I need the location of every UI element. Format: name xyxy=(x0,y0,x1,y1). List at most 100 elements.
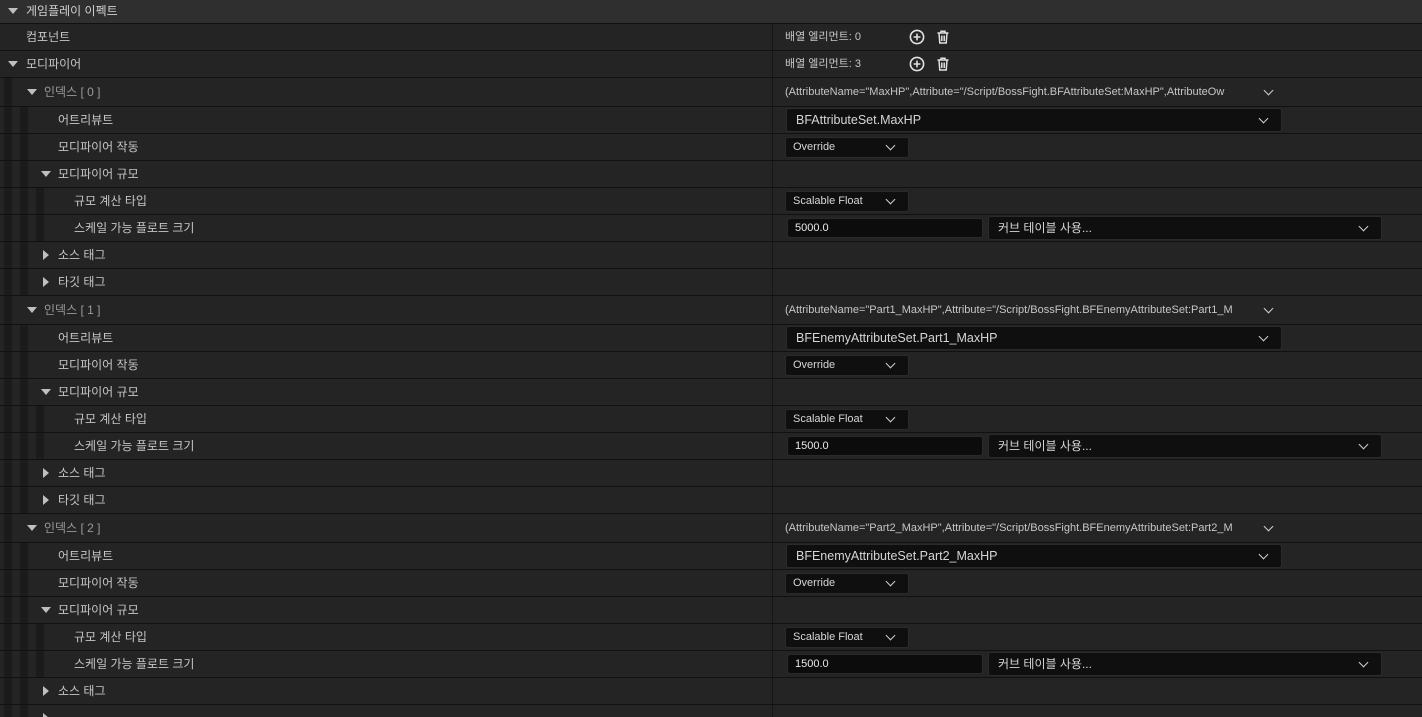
curve-table-dropdown[interactable]: 커브 테이블 사용... xyxy=(988,434,1382,458)
source-tags-label: 소스 태그 xyxy=(58,466,106,480)
modifier-magnitude-label: 모디파이어 규모 xyxy=(58,167,139,181)
target-tags-label: 타깃 태그 xyxy=(58,275,106,289)
triangle-right-icon[interactable] xyxy=(43,713,49,717)
calc-type-row: 규모 계산 타입 Scalable Float xyxy=(0,188,1422,215)
attribute-row: 어트리뷰트 BFAttributeSet.MaxHP xyxy=(0,107,1422,134)
components-row: 컴포넌트 배열 엘리먼트: 0 xyxy=(0,24,1422,51)
calc-type-dropdown[interactable]: Scalable Float xyxy=(785,191,909,212)
target-tags-row[interactable] xyxy=(0,705,1422,717)
chevron-down-icon xyxy=(1358,439,1369,450)
attribute-row: 어트리뷰트 BFEnemyAttributeSet.Part2_MaxHP xyxy=(0,543,1422,570)
triangle-down-icon[interactable] xyxy=(8,61,18,67)
attribute-label: 어트리뷰트 xyxy=(58,549,114,563)
gameplay-effect-section-header[interactable]: 게임플레이 이펙트 xyxy=(0,0,1422,24)
modifier-op-dropdown[interactable]: Override xyxy=(785,355,909,376)
triangle-down-icon[interactable] xyxy=(41,607,51,613)
chevron-down-icon xyxy=(1258,549,1269,560)
add-element-icon[interactable] xyxy=(909,56,925,72)
triangle-down-icon[interactable] xyxy=(27,307,37,313)
attribute-value: BFAttributeSet.MaxHP xyxy=(796,113,922,127)
calc-type-row: 규모 계산 타입 Scalable Float xyxy=(0,624,1422,651)
components-count: 배열 엘리먼트: 0 xyxy=(785,31,862,43)
curve-table-placeholder: 커브 테이블 사용... xyxy=(998,657,1092,671)
triangle-right-icon[interactable] xyxy=(43,277,49,287)
source-tags-row[interactable]: 소스 태그 xyxy=(0,242,1422,269)
modifier-magnitude-row[interactable]: 모디파이어 규모 xyxy=(0,597,1422,624)
struct-summary: (AttributeName="MaxHP",Attribute="/Scrip… xyxy=(785,86,1225,98)
chevron-down-icon xyxy=(1358,657,1369,668)
chevron-down-icon xyxy=(885,630,896,641)
modifier-index-row[interactable]: 인덱스 [ 2 ] (AttributeName="Part2_MaxHP",A… xyxy=(0,514,1422,543)
curve-table-dropdown[interactable]: 커브 테이블 사용... xyxy=(988,652,1382,676)
calc-type-dropdown[interactable]: Scalable Float xyxy=(785,409,909,430)
index-label: 인덱스 [ 0 ] xyxy=(44,85,101,99)
calc-type-label: 규모 계산 타입 xyxy=(74,630,147,644)
modifier-op-dropdown[interactable]: Override xyxy=(785,573,909,594)
curve-table-dropdown[interactable]: 커브 테이블 사용... xyxy=(988,216,1382,240)
triangle-down-icon[interactable] xyxy=(8,8,18,14)
calc-type-value: Scalable Float xyxy=(793,631,863,643)
triangle-right-icon[interactable] xyxy=(43,495,49,505)
triangle-right-icon[interactable] xyxy=(43,468,49,478)
source-tags-row[interactable]: 소스 태그 xyxy=(0,678,1422,705)
modifier-magnitude-row[interactable]: 모디파이어 규모 xyxy=(0,161,1422,188)
modifier-op-row: 모디파이어 작동 Override xyxy=(0,134,1422,161)
modifiers-row[interactable]: 모디파이어 배열 엘리먼트: 3 xyxy=(0,51,1422,78)
scalable-float-label: 스케일 가능 플로트 크기 xyxy=(74,657,195,671)
modifier-op-row: 모디파이어 작동 Override xyxy=(0,352,1422,379)
calc-type-row: 규모 계산 타입 Scalable Float xyxy=(0,406,1422,433)
scalable-float-input[interactable]: 1500.0 xyxy=(787,436,983,456)
attribute-dropdown[interactable]: BFEnemyAttributeSet.Part2_MaxHP xyxy=(786,544,1282,568)
modifier-index-row[interactable]: 인덱스 [ 1 ] (AttributeName="Part1_MaxHP",A… xyxy=(0,296,1422,325)
modifier-op-dropdown[interactable]: Override xyxy=(785,137,909,158)
triangle-down-icon[interactable] xyxy=(41,389,51,395)
source-tags-row[interactable]: 소스 태그 xyxy=(0,460,1422,487)
chevron-down-icon[interactable] xyxy=(1263,85,1274,96)
struct-summary: (AttributeName="Part1_MaxHP",Attribute="… xyxy=(785,304,1233,316)
modifier-op-value: Override xyxy=(793,141,836,153)
modifier-index-row[interactable]: 인덱스 [ 0 ] (AttributeName="MaxHP",Attribu… xyxy=(0,78,1422,107)
calc-type-value: Scalable Float xyxy=(793,413,863,425)
calc-type-dropdown[interactable]: Scalable Float xyxy=(785,627,909,648)
curve-table-placeholder: 커브 테이블 사용... xyxy=(998,439,1092,453)
attribute-value: BFEnemyAttributeSet.Part2_MaxHP xyxy=(796,549,998,563)
trash-icon[interactable] xyxy=(935,29,951,45)
calc-type-value: Scalable Float xyxy=(793,195,863,207)
triangle-right-icon[interactable] xyxy=(43,250,49,260)
chevron-down-icon xyxy=(885,358,896,369)
chevron-down-icon[interactable] xyxy=(1263,521,1274,532)
triangle-right-icon[interactable] xyxy=(43,686,49,696)
chevron-down-icon xyxy=(1258,113,1269,124)
modifier-magnitude-label: 모디파이어 규모 xyxy=(58,385,139,399)
target-tags-row[interactable]: 타깃 태그 xyxy=(0,487,1422,514)
modifier-op-label: 모디파이어 작동 xyxy=(58,358,139,372)
modifier-magnitude-row[interactable]: 모디파이어 규모 xyxy=(0,379,1422,406)
attribute-label: 어트리뷰트 xyxy=(58,331,114,345)
scalable-float-input[interactable]: 5000.0 xyxy=(787,218,983,238)
curve-table-placeholder: 커브 테이블 사용... xyxy=(998,221,1092,235)
triangle-down-icon[interactable] xyxy=(27,89,37,95)
modifier-op-value: Override xyxy=(793,359,836,371)
index-label: 인덱스 [ 1 ] xyxy=(44,303,101,317)
triangle-down-icon[interactable] xyxy=(41,171,51,177)
triangle-down-icon[interactable] xyxy=(27,525,37,531)
section-title: 게임플레이 이펙트 xyxy=(26,4,118,18)
chevron-down-icon[interactable] xyxy=(1263,303,1274,314)
chevron-down-icon xyxy=(885,412,896,423)
calc-type-label: 규모 계산 타입 xyxy=(74,194,147,208)
target-tags-row[interactable]: 타깃 태그 xyxy=(0,269,1422,296)
source-tags-label: 소스 태그 xyxy=(58,684,106,698)
add-element-icon[interactable] xyxy=(909,29,925,45)
scalable-float-input[interactable]: 1500.0 xyxy=(787,654,983,674)
modifier-magnitude-label: 모디파이어 규모 xyxy=(58,603,139,617)
calc-type-label: 규모 계산 타입 xyxy=(74,412,147,426)
details-panel: 게임플레이 이펙트 컴포넌트 배열 엘리먼트: 0 모디파이어 배열 엘리먼트:… xyxy=(0,0,1422,717)
attribute-row: 어트리뷰트 BFEnemyAttributeSet.Part1_MaxHP xyxy=(0,325,1422,352)
source-tags-label: 소스 태그 xyxy=(58,248,106,262)
trash-icon[interactable] xyxy=(935,56,951,72)
modifier-op-label: 모디파이어 작동 xyxy=(58,140,139,154)
modifiers-label: 모디파이어 xyxy=(26,57,82,71)
attribute-dropdown[interactable]: BFEnemyAttributeSet.Part1_MaxHP xyxy=(786,326,1282,350)
attribute-dropdown[interactable]: BFAttributeSet.MaxHP xyxy=(786,108,1282,132)
attribute-value: BFEnemyAttributeSet.Part1_MaxHP xyxy=(796,331,998,345)
